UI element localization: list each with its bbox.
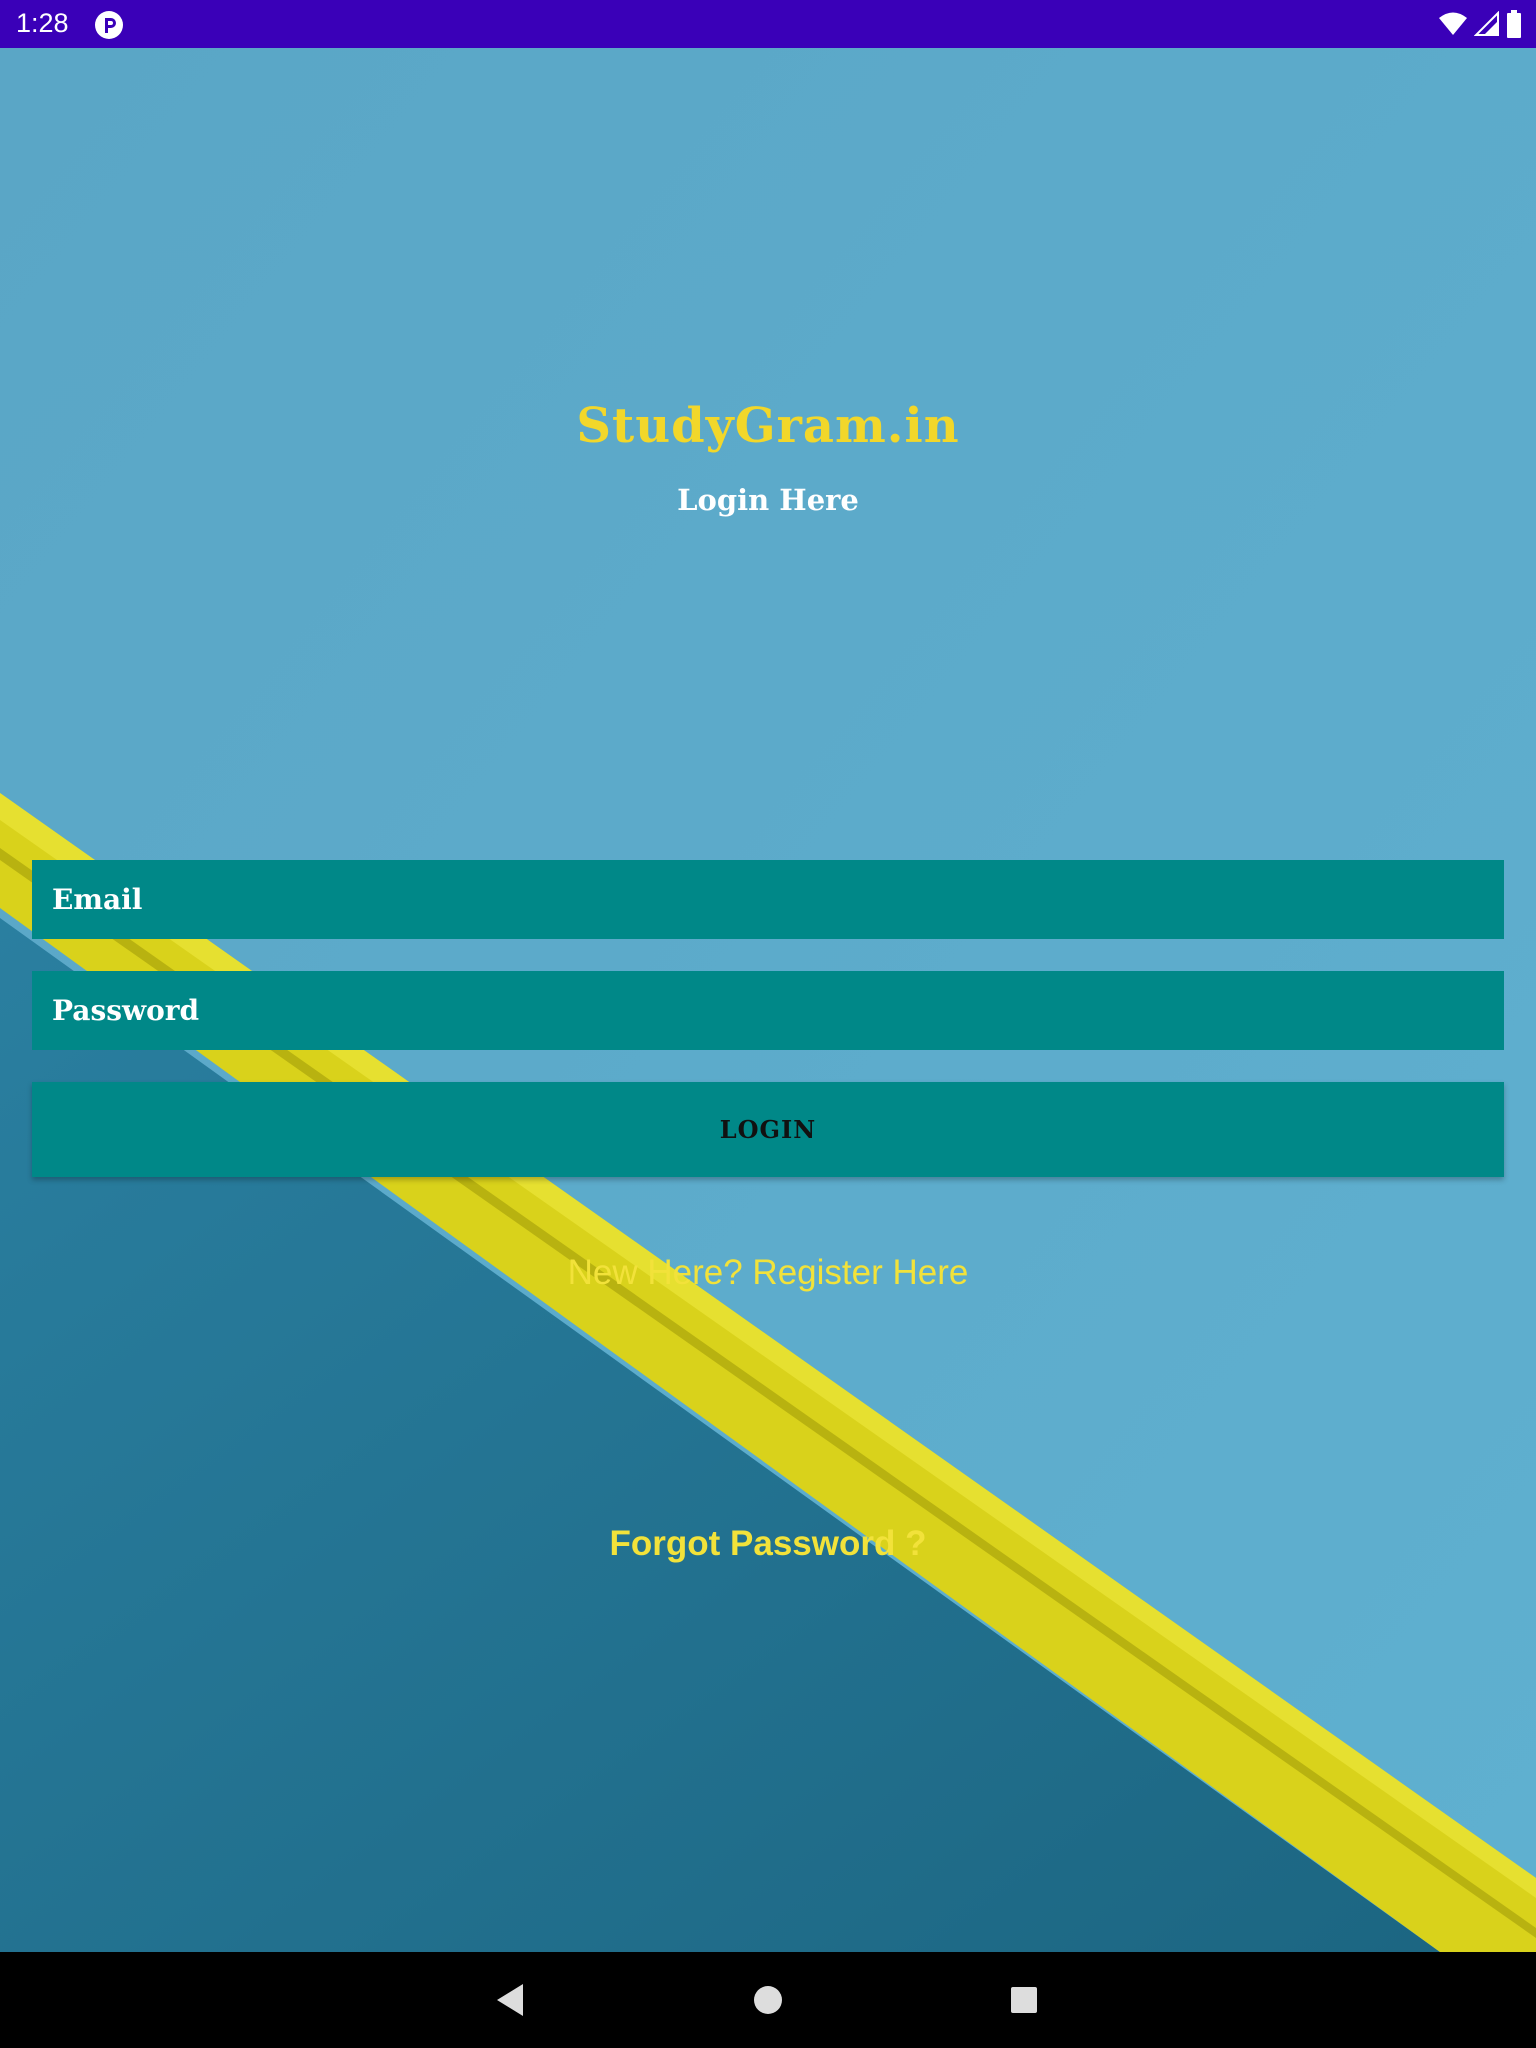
home-icon (754, 1986, 782, 2014)
cell-signal-icon (1474, 11, 1499, 36)
login-subtitle: Login Here (677, 483, 859, 517)
status-time: 1:28 (16, 8, 69, 38)
register-link[interactable]: New Here? Register Here (0, 1253, 1536, 1293)
home-button[interactable] (738, 1970, 798, 2030)
wifi-icon (1439, 12, 1467, 35)
back-icon (497, 1984, 523, 2016)
status-bar: 1:28 (0, 0, 1536, 48)
forgot-password-link[interactable]: Forgot Password ? (0, 1524, 1536, 1564)
email-placeholder: Email (52, 883, 143, 916)
back-button[interactable] (480, 1970, 540, 2030)
password-field[interactable]: Password (32, 971, 1504, 1050)
login-button[interactable]: LOGIN (32, 1082, 1504, 1177)
login-screen: 1:28 StudyGram.in Login Here Email Passw… (0, 0, 1536, 2048)
app-title: StudyGram.in (576, 398, 960, 454)
navigation-bar (0, 1952, 1536, 2048)
battery-icon (1507, 10, 1521, 38)
login-button-label: LOGIN (719, 1115, 817, 1144)
password-placeholder: Password (52, 994, 200, 1027)
recents-button[interactable] (994, 1970, 1054, 2030)
status-icons (1438, 9, 1522, 39)
email-field[interactable]: Email (32, 860, 1504, 939)
parking-p-icon (95, 11, 123, 39)
recents-icon (1011, 1987, 1037, 2013)
